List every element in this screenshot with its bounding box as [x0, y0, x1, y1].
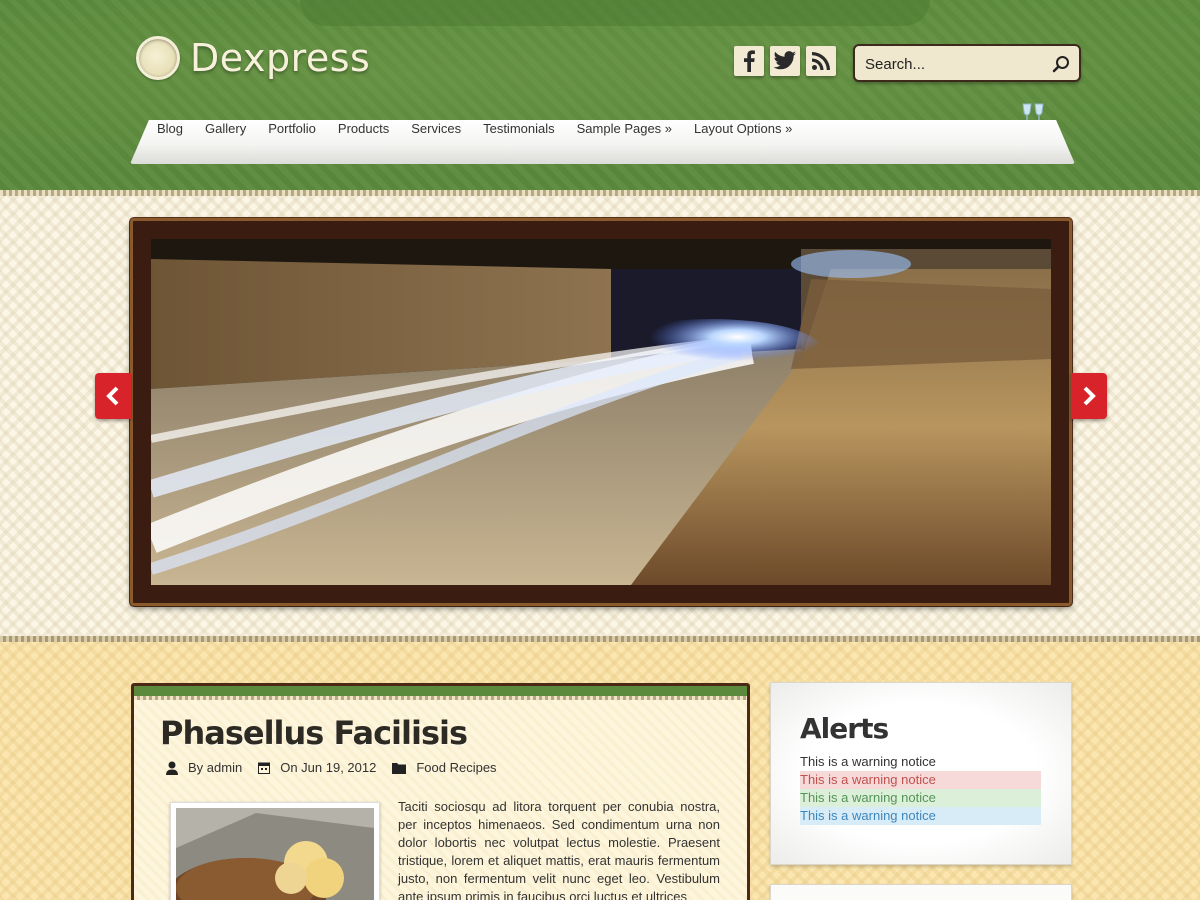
post-date: On Jun 19, 2012 [258, 760, 376, 775]
chevron-right-icon [1083, 386, 1096, 406]
search-icon[interactable] [1051, 54, 1071, 74]
twitter-icon[interactable] [770, 46, 800, 76]
post-author-text[interactable]: By admin [188, 760, 242, 775]
post-thumbnail-image [176, 808, 374, 900]
site-logo[interactable]: Dexpress [136, 36, 370, 80]
alert-success: This is a warning notice [800, 789, 1041, 807]
post-author: By admin [166, 760, 242, 775]
alert-error: This is a warning notice [800, 771, 1041, 789]
search-input[interactable] [865, 54, 1045, 74]
post-date-text: On Jun 19, 2012 [280, 760, 377, 775]
rss-icon[interactable] [806, 46, 836, 76]
post-topbar [134, 686, 747, 700]
nav-item-testimonials[interactable]: Testimonials [472, 121, 566, 137]
nav-item-layout-options[interactable]: Layout Options » [683, 121, 803, 137]
slide-image[interactable] [151, 239, 1051, 585]
alert-notice: This is a warning notice [800, 754, 936, 769]
user-icon [166, 761, 178, 775]
nav-item-blog[interactable]: Blog [146, 121, 194, 137]
post-meta: By admin On Jun 19, 2012 Food Recipes [166, 760, 513, 775]
post-thumbnail[interactable] [170, 802, 380, 900]
search-box [853, 44, 1081, 82]
nav-item-gallery[interactable]: Gallery [194, 121, 257, 137]
post-title[interactable]: Phasellus Facilisis [160, 714, 468, 752]
main-nav: Blog Gallery Portfolio Products Services… [146, 121, 803, 137]
post-excerpt: Taciti sociosqu ad litora torquent per c… [398, 799, 720, 900]
alerts-list: This is a warning notice This is a warni… [800, 753, 1041, 825]
social-links [734, 46, 836, 76]
chevron-left-icon [106, 386, 119, 406]
nav-item-services[interactable]: Services [400, 121, 472, 137]
alert-info: This is a warning notice [800, 807, 1041, 825]
nav-item-sample-pages[interactable]: Sample Pages » [566, 121, 683, 137]
nav-item-portfolio[interactable]: Portfolio [257, 121, 327, 137]
folder-icon [392, 762, 407, 774]
alerts-widget-title: Alerts [800, 712, 889, 745]
slider-prev-button[interactable] [95, 373, 131, 419]
slider-next-button[interactable] [1071, 373, 1107, 419]
site-header [0, 0, 1200, 196]
facebook-icon[interactable] [734, 46, 764, 76]
logo-emblem-icon [136, 36, 180, 80]
post-category-link[interactable]: Food Recipes [416, 760, 496, 775]
post-category: Food Recipes [392, 760, 497, 775]
header-top-band [300, 0, 930, 26]
calendar-icon [258, 762, 271, 774]
site-name: Dexpress [190, 36, 371, 80]
second-widget [770, 884, 1072, 900]
nav-item-products[interactable]: Products [327, 121, 400, 137]
